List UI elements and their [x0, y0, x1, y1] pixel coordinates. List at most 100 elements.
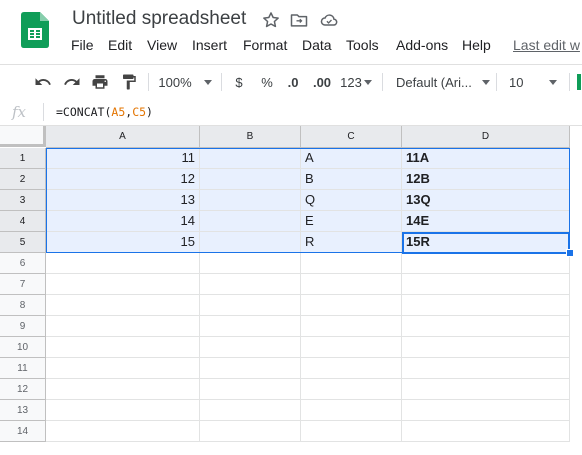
decrease-decimal-button[interactable]: .0: [282, 65, 304, 99]
cell-d11[interactable]: [402, 358, 570, 379]
cell-b7[interactable]: [200, 274, 301, 295]
row-header-12[interactable]: 12: [0, 379, 46, 400]
cell-c11[interactable]: [301, 358, 402, 379]
cloud-saved-icon[interactable]: [319, 10, 339, 30]
menu-tools[interactable]: Tools: [346, 37, 379, 53]
cell-c13[interactable]: [301, 400, 402, 421]
cell-c9[interactable]: [301, 316, 402, 337]
fill-handle[interactable]: [566, 249, 574, 257]
bold-button[interactable]: [575, 65, 582, 99]
cell-d3[interactable]: 13Q: [402, 190, 570, 211]
cell-a13[interactable]: [46, 400, 200, 421]
cell-c10[interactable]: [301, 337, 402, 358]
row-header-4[interactable]: 4: [0, 211, 46, 232]
cell-d6[interactable]: [402, 253, 570, 274]
document-title[interactable]: Untitled spreadsheet: [72, 8, 246, 30]
menu-add-ons[interactable]: Add-ons: [396, 37, 448, 53]
cell-c4[interactable]: E: [301, 211, 402, 232]
cell-a7[interactable]: [46, 274, 200, 295]
cell-b9[interactable]: [200, 316, 301, 337]
cell-d12[interactable]: [402, 379, 570, 400]
select-all-corner[interactable]: [0, 126, 46, 147]
cell-b2[interactable]: [200, 169, 301, 190]
cell-c7[interactable]: [301, 274, 402, 295]
cell-c2[interactable]: B: [301, 169, 402, 190]
menu-data[interactable]: Data: [302, 37, 332, 53]
column-header-a[interactable]: A: [46, 126, 200, 148]
cell-d5[interactable]: 15R: [402, 232, 570, 253]
formula-input[interactable]: =CONCAT(A5,C5): [56, 105, 153, 119]
row-header-11[interactable]: 11: [0, 358, 46, 379]
cell-d14[interactable]: [402, 421, 570, 442]
row-header-10[interactable]: 10: [0, 337, 46, 358]
cell-b3[interactable]: [200, 190, 301, 211]
column-header-d[interactable]: D: [402, 126, 570, 148]
cell-c14[interactable]: [301, 421, 402, 442]
row-header-13[interactable]: 13: [0, 400, 46, 421]
cell-a14[interactable]: [46, 421, 200, 442]
menu-format[interactable]: Format: [243, 37, 287, 53]
row-header-14[interactable]: 14: [0, 421, 46, 442]
paint-format-button[interactable]: [117, 65, 141, 99]
cell-b12[interactable]: [200, 379, 301, 400]
zoom-select[interactable]: 100%: [156, 65, 214, 99]
menu-help[interactable]: Help: [462, 37, 491, 53]
row-header-8[interactable]: 8: [0, 295, 46, 316]
cell-a3[interactable]: 13: [46, 190, 200, 211]
star-icon[interactable]: [261, 10, 281, 30]
cell-d7[interactable]: [402, 274, 570, 295]
menu-insert[interactable]: Insert: [192, 37, 227, 53]
row-header-1[interactable]: 1: [0, 148, 46, 169]
cell-d10[interactable]: [402, 337, 570, 358]
currency-format-button[interactable]: $: [228, 65, 250, 99]
menu-view[interactable]: View: [147, 37, 177, 53]
print-button[interactable]: [88, 65, 112, 99]
row-header-3[interactable]: 3: [0, 190, 46, 211]
cell-c3[interactable]: Q: [301, 190, 402, 211]
cell-d4[interactable]: 14E: [402, 211, 570, 232]
cell-a9[interactable]: [46, 316, 200, 337]
cell-a10[interactable]: [46, 337, 200, 358]
row-header-7[interactable]: 7: [0, 274, 46, 295]
cell-a5[interactable]: 15: [46, 232, 200, 253]
redo-button[interactable]: [60, 65, 84, 99]
cell-a4[interactable]: 14: [46, 211, 200, 232]
percent-format-button[interactable]: %: [256, 65, 278, 99]
increase-decimal-button[interactable]: .00: [308, 65, 336, 99]
cell-b11[interactable]: [200, 358, 301, 379]
menu-file[interactable]: File: [71, 37, 94, 53]
font-size-select[interactable]: 10: [503, 65, 569, 99]
cell-a11[interactable]: [46, 358, 200, 379]
row-header-6[interactable]: 6: [0, 253, 46, 274]
cell-c5[interactable]: R: [301, 232, 402, 253]
cell-d9[interactable]: [402, 316, 570, 337]
cell-c6[interactable]: [301, 253, 402, 274]
cell-b6[interactable]: [200, 253, 301, 274]
cell-d2[interactable]: 12B: [402, 169, 570, 190]
cell-b14[interactable]: [200, 421, 301, 442]
undo-button[interactable]: [31, 65, 55, 99]
cell-c12[interactable]: [301, 379, 402, 400]
menu-edit[interactable]: Edit: [108, 37, 132, 53]
move-to-folder-icon[interactable]: [289, 10, 309, 30]
cell-a12[interactable]: [46, 379, 200, 400]
row-header-2[interactable]: 2: [0, 169, 46, 190]
cell-b4[interactable]: [200, 211, 301, 232]
cell-d8[interactable]: [402, 295, 570, 316]
cell-c8[interactable]: [301, 295, 402, 316]
cell-b13[interactable]: [200, 400, 301, 421]
row-header-9[interactable]: 9: [0, 316, 46, 337]
cell-a1[interactable]: 11: [46, 148, 200, 169]
cell-c1[interactable]: A: [301, 148, 402, 169]
last-edit-link[interactable]: Last edit w: [513, 37, 580, 53]
cell-b5[interactable]: [200, 232, 301, 253]
font-family-select[interactable]: Default (Ari...: [390, 65, 496, 99]
cell-b8[interactable]: [200, 295, 301, 316]
cell-b10[interactable]: [200, 337, 301, 358]
more-formats-button[interactable]: 123: [338, 65, 374, 99]
column-header-c[interactable]: C: [301, 126, 402, 148]
cell-b1[interactable]: [200, 148, 301, 169]
cell-d1[interactable]: 11A: [402, 148, 570, 169]
spreadsheet-grid[interactable]: A B C D 1 11 A 11A 2 12 B 12B 3 13 Q 13Q 4 14 E 14E 5 15 R 15R 6…: [0, 126, 582, 455]
cell-a2[interactable]: 12: [46, 169, 200, 190]
